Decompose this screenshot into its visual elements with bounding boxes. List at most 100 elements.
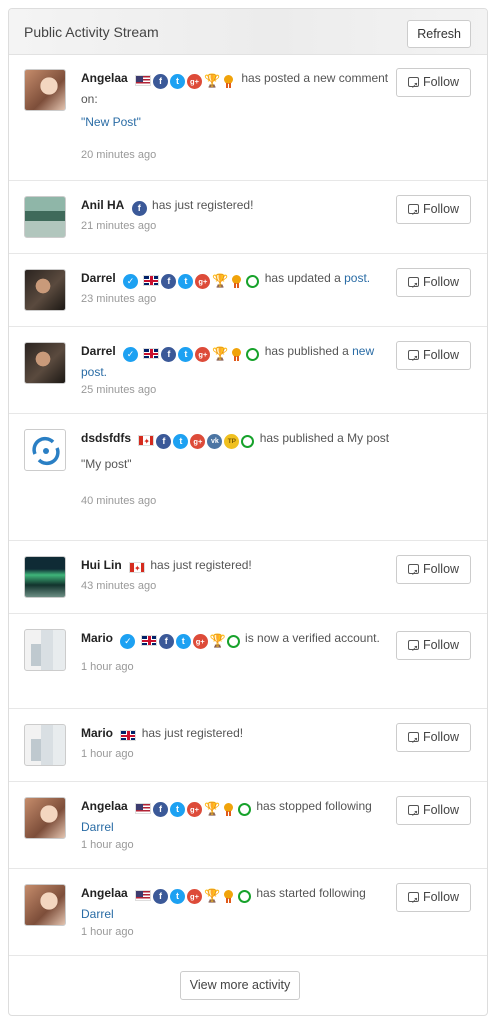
twitter-icon[interactable]: t [175, 634, 191, 650]
facebook-icon[interactable]: f [161, 274, 177, 290]
follow-button[interactable]: Follow [396, 723, 471, 754]
logo-icon [32, 436, 60, 466]
activity-text: has just registered! [141, 726, 244, 740]
facebook-icon[interactable]: f [161, 347, 177, 363]
medal-icon [221, 889, 236, 904]
activity-text: has published a [264, 344, 353, 358]
avatar[interactable] [24, 429, 66, 471]
activity-text: has started following [256, 886, 366, 900]
follow-button[interactable]: Follow [396, 268, 471, 299]
tp-badge-icon: TP [224, 434, 240, 450]
activity-item: Angelaa f t g+ 🏆 has stopped following Darr… [9, 782, 487, 869]
timestamp: 23 minutes ago [81, 293, 157, 305]
user-name[interactable]: Angelaa [81, 799, 128, 813]
user-link[interactable]: Darrel [81, 820, 114, 834]
activity-text: has updated a [264, 271, 345, 285]
user-name[interactable]: Darrel [81, 344, 116, 358]
trophy-icon: 🏆 [209, 633, 226, 649]
follow-button[interactable]: Follow [396, 341, 471, 372]
user-name[interactable]: Angelaa [81, 71, 128, 85]
activity-text: is now a verified account. [245, 631, 380, 645]
twitter-icon[interactable]: t [170, 889, 186, 905]
avatar[interactable] [24, 556, 66, 598]
facebook-icon[interactable]: f [153, 802, 169, 818]
user-name[interactable]: Darrel [81, 271, 116, 285]
us-flag-icon [135, 75, 152, 86]
google-plus-icon[interactable]: g+ [187, 889, 203, 905]
twitter-icon[interactable]: t [178, 347, 194, 363]
share-icon [407, 72, 419, 99]
facebook-icon[interactable]: f [131, 201, 147, 217]
twitter-icon[interactable]: t [170, 74, 186, 90]
trophy-icon: 🏆 [204, 801, 221, 817]
follow-button[interactable]: Follow [396, 883, 471, 914]
vk-icon[interactable]: vk [207, 434, 223, 450]
post-quote: "My post" [81, 457, 132, 471]
verified-icon: ✓ [123, 347, 139, 363]
google-plus-icon[interactable]: g+ [187, 802, 203, 818]
avatar[interactable] [24, 724, 66, 766]
google-plus-icon[interactable]: g+ [192, 634, 208, 650]
user-name[interactable]: Anil HA [81, 198, 124, 212]
status-ring-icon [246, 348, 260, 362]
follow-button[interactable]: Follow [396, 796, 471, 827]
avatar[interactable] [24, 69, 66, 111]
us-flag-icon [135, 890, 152, 901]
avatar[interactable] [24, 269, 66, 311]
avatar[interactable] [24, 884, 66, 926]
activity-text: has published a My post [259, 431, 390, 445]
uk-flag-icon [143, 275, 160, 286]
user-name[interactable]: Mario [81, 631, 113, 645]
share-icon [407, 800, 419, 827]
activity-item: Angelaa f t g+ 🏆 has started following Darr… [9, 869, 487, 956]
uk-flag-icon [140, 635, 157, 646]
follow-button[interactable]: Follow [396, 631, 471, 662]
user-name[interactable]: Angelaa [81, 886, 128, 900]
share-icon [407, 635, 419, 662]
activity-item: Angelaa f t g+ 🏆 has posted a new comment o… [9, 56, 487, 181]
google-plus-icon[interactable]: g+ [190, 434, 206, 450]
avatar[interactable] [24, 196, 66, 238]
activity-item: Hui Lin has just registered! 43 minutes … [9, 541, 487, 614]
follow-button[interactable]: Follow [396, 555, 471, 586]
google-plus-icon[interactable]: g+ [195, 347, 211, 363]
medal-icon [229, 274, 244, 289]
timestamp: 21 minutes ago [81, 220, 157, 232]
twitter-icon[interactable]: t [170, 802, 186, 818]
refresh-button[interactable]: Refresh [407, 20, 471, 48]
view-more-button[interactable]: View more activity [180, 971, 300, 1000]
user-name[interactable]: Mario [81, 726, 113, 740]
timestamp: 40 minutes ago [81, 495, 157, 507]
user-name[interactable]: Hui Lin [81, 558, 122, 572]
canada-flag-icon [129, 560, 146, 578]
user-name[interactable]: dsdsfdfs [81, 431, 131, 445]
trophy-icon: 🏆 [204, 73, 221, 89]
post-link[interactable]: post. [344, 271, 370, 285]
uk-flag-icon [143, 348, 160, 359]
twitter-icon[interactable]: t [173, 434, 189, 450]
facebook-icon[interactable]: f [158, 634, 174, 650]
follow-button[interactable]: Follow [396, 195, 471, 226]
timestamp: 20 minutes ago [81, 149, 157, 161]
post-link[interactable]: "New Post" [81, 115, 141, 129]
trophy-icon: 🏆 [204, 888, 221, 904]
facebook-icon[interactable]: f [153, 889, 169, 905]
facebook-icon[interactable]: f [156, 434, 172, 450]
google-plus-icon[interactable]: g+ [187, 74, 203, 90]
avatar[interactable] [24, 629, 66, 671]
status-ring-icon [226, 635, 240, 649]
facebook-icon[interactable]: f [153, 74, 169, 90]
avatar[interactable] [24, 797, 66, 839]
twitter-icon[interactable]: t [178, 274, 194, 290]
share-icon [407, 272, 419, 299]
medal-icon [221, 802, 236, 817]
activity-item: Darrel ✓ f t g+ 🏆 has published a new post.… [9, 327, 487, 414]
user-link[interactable]: Darrel [81, 907, 114, 921]
activity-panel: Public Activity Stream Refresh Angelaa f… [8, 8, 488, 1016]
follow-button[interactable]: Follow [396, 68, 471, 99]
panel-title: Public Activity Stream [24, 24, 159, 40]
google-plus-icon[interactable]: g+ [195, 274, 211, 290]
avatar[interactable] [24, 342, 66, 384]
trophy-icon: 🏆 [212, 273, 229, 289]
activity-item: dsdsfdfs ftg+vkTP has published a My pos… [9, 414, 487, 541]
